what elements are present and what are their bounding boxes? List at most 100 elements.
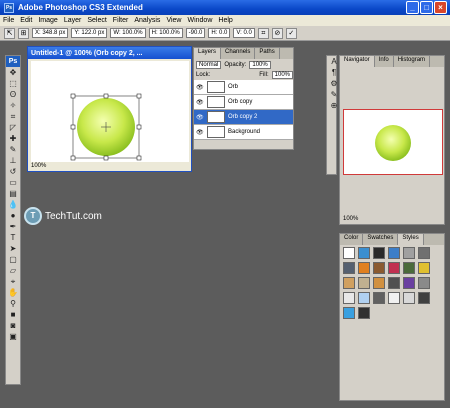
- eyedropper-icon[interactable]: ⌖: [6, 276, 20, 287]
- blend-mode-select[interactable]: Normal: [196, 60, 222, 69]
- slice-tool-icon[interactable]: ◸: [6, 122, 20, 133]
- style-swatch[interactable]: [418, 277, 430, 289]
- menu-analysis[interactable]: Analysis: [134, 17, 160, 24]
- style-swatch[interactable]: [388, 247, 400, 259]
- menu-filter[interactable]: Filter: [113, 17, 129, 24]
- reference-point-icon[interactable]: ⊞: [18, 27, 29, 39]
- visibility-eye-icon[interactable]: 👁: [196, 114, 204, 121]
- history-brush-icon[interactable]: ↺: [6, 166, 20, 177]
- opacity-field[interactable]: 100%: [249, 60, 271, 69]
- style-swatch[interactable]: [343, 262, 355, 274]
- layer-row[interactable]: 👁 Orb: [194, 80, 293, 95]
- marquee-tool-icon[interactable]: ⬚: [6, 78, 20, 89]
- style-swatch[interactable]: [373, 247, 385, 259]
- menu-select[interactable]: Select: [87, 17, 106, 24]
- style-swatch[interactable]: [403, 262, 415, 274]
- magic-wand-icon[interactable]: ✧: [6, 100, 20, 111]
- style-swatch[interactable]: [373, 277, 385, 289]
- y-field[interactable]: Y: 122.0 px: [71, 28, 108, 38]
- tab-swatches[interactable]: Swatches: [363, 234, 399, 245]
- style-swatch[interactable]: [418, 262, 430, 274]
- style-swatch[interactable]: [403, 292, 415, 304]
- menu-window[interactable]: Window: [187, 17, 212, 24]
- close-button[interactable]: ×: [434, 1, 447, 14]
- stamp-tool-icon[interactable]: ⊥: [6, 155, 20, 166]
- document-zoom[interactable]: 100%: [31, 163, 46, 169]
- warp-icon[interactable]: ⌗: [257, 27, 269, 39]
- style-swatch[interactable]: [373, 292, 385, 304]
- navigator-preview[interactable]: [343, 109, 443, 175]
- angle-field[interactable]: -90.0: [185, 28, 206, 38]
- path-select-icon[interactable]: ➤: [6, 243, 20, 254]
- visibility-eye-icon[interactable]: 👁: [196, 99, 204, 106]
- style-swatch[interactable]: [358, 262, 370, 274]
- menu-layer[interactable]: Layer: [64, 17, 82, 24]
- menu-help[interactable]: Help: [218, 17, 232, 24]
- hskew-field[interactable]: H: 0.0: [208, 28, 231, 38]
- tab-layers[interactable]: Layers: [194, 48, 222, 59]
- vskew-field[interactable]: V: 0.0: [233, 28, 255, 38]
- canvas[interactable]: [31, 61, 189, 163]
- x-field[interactable]: X: 348.8 px: [32, 28, 69, 38]
- cancel-transform-icon[interactable]: ⊘: [271, 27, 283, 39]
- tab-styles[interactable]: Styles: [398, 234, 424, 245]
- style-swatch[interactable]: [343, 307, 355, 319]
- style-swatch[interactable]: [343, 247, 355, 259]
- style-swatch[interactable]: [358, 307, 370, 319]
- height-field[interactable]: H: 100.0%: [148, 28, 183, 38]
- commit-transform-icon[interactable]: ✓: [285, 27, 297, 39]
- navigator-zoom[interactable]: 100%: [343, 216, 358, 222]
- move-tool-icon[interactable]: ✥: [6, 67, 20, 78]
- tab-paths[interactable]: Paths: [255, 48, 280, 59]
- minimize-button[interactable]: _: [406, 1, 419, 14]
- visibility-eye-icon[interactable]: 👁: [196, 84, 204, 91]
- menu-image[interactable]: Image: [38, 17, 57, 24]
- transform-tool-icon[interactable]: ⇱: [4, 27, 15, 39]
- crop-tool-icon[interactable]: ⌗: [6, 111, 20, 122]
- menu-file[interactable]: File: [3, 17, 14, 24]
- tab-channels[interactable]: Channels: [221, 48, 256, 59]
- color-swatch-icon[interactable]: ■: [6, 309, 20, 320]
- maximize-button[interactable]: □: [420, 1, 433, 14]
- style-swatch[interactable]: [388, 262, 400, 274]
- style-swatch[interactable]: [358, 277, 370, 289]
- healing-brush-icon[interactable]: ✚: [6, 133, 20, 144]
- hand-tool-icon[interactable]: ✋: [6, 287, 20, 298]
- gradient-tool-icon[interactable]: ▤: [6, 188, 20, 199]
- notes-tool-icon[interactable]: ▱: [6, 265, 20, 276]
- dodge-tool-icon[interactable]: ●: [6, 210, 20, 221]
- style-swatch[interactable]: [403, 277, 415, 289]
- style-swatch[interactable]: [358, 247, 370, 259]
- tab-info[interactable]: Info: [375, 56, 394, 67]
- width-field[interactable]: W: 100.0%: [110, 28, 146, 38]
- style-swatch[interactable]: [388, 277, 400, 289]
- fill-field[interactable]: 100%: [271, 71, 293, 79]
- style-swatch[interactable]: [388, 292, 400, 304]
- style-swatch[interactable]: [418, 292, 430, 304]
- blur-tool-icon[interactable]: 💧: [6, 199, 20, 210]
- style-swatch[interactable]: [403, 247, 415, 259]
- tab-navigator[interactable]: Navigator: [340, 56, 375, 67]
- eraser-tool-icon[interactable]: ▭: [6, 177, 20, 188]
- style-swatch[interactable]: [373, 262, 385, 274]
- lasso-tool-icon[interactable]: ʘ: [6, 89, 20, 100]
- quick-mask-icon[interactable]: ◙: [6, 320, 20, 331]
- layer-row[interactable]: 👁 Background: [194, 125, 293, 140]
- style-swatch[interactable]: [343, 277, 355, 289]
- zoom-tool-icon[interactable]: ⚲: [6, 298, 20, 309]
- shape-tool-icon[interactable]: ▢: [6, 254, 20, 265]
- visibility-eye-icon[interactable]: 👁: [196, 129, 204, 136]
- tab-color[interactable]: Color: [340, 234, 364, 245]
- tab-histogram[interactable]: Histogram: [394, 56, 431, 67]
- brush-tool-icon[interactable]: ✎: [6, 144, 20, 155]
- type-tool-icon[interactable]: T: [6, 232, 20, 243]
- style-swatch[interactable]: [418, 247, 430, 259]
- layer-row-selected[interactable]: 👁 Orb copy 2: [194, 110, 293, 125]
- menu-edit[interactable]: Edit: [20, 17, 32, 24]
- menu-view[interactable]: View: [166, 17, 181, 24]
- style-swatch[interactable]: [358, 292, 370, 304]
- layer-row[interactable]: 👁 Orb copy: [194, 95, 293, 110]
- pen-tool-icon[interactable]: ✒: [6, 221, 20, 232]
- style-swatch[interactable]: [343, 292, 355, 304]
- screen-mode-icon[interactable]: ▣: [6, 331, 20, 342]
